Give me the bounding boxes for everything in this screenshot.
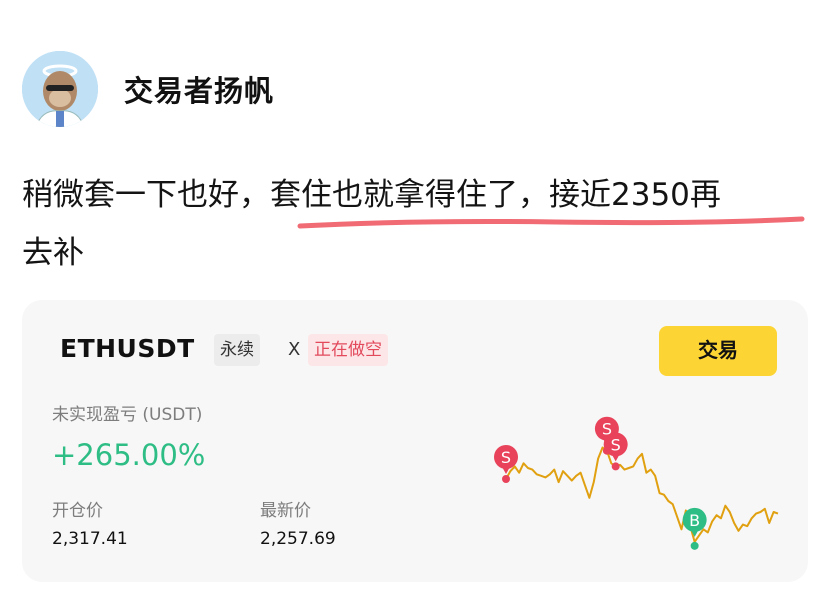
pnl-label: 未实现盈亏 (USDT): [52, 405, 203, 425]
symbol-label: ETHUSDT: [60, 334, 195, 363]
marker-label: S: [611, 435, 621, 454]
leverage-tag: X: [288, 339, 301, 360]
post-text-highlight: 套住也就拿得住了，接近2350再: [270, 177, 721, 213]
marker-label: S: [501, 448, 511, 467]
price-mini-chart: SSSB: [494, 416, 779, 550]
pnl-value: +265.00%: [52, 438, 206, 472]
post-header: 交易者扬帆: [22, 48, 274, 130]
highlight-underline: [297, 216, 805, 229]
marker-label: B: [689, 511, 700, 530]
open-price-value: 2,317.41: [52, 529, 128, 549]
contract-type-tag: 永续: [214, 334, 260, 366]
last-price-label: 最新价: [260, 501, 311, 521]
position-side-tag: 正在做空: [308, 334, 388, 366]
post-text-after: 去补: [22, 235, 84, 271]
trade-button[interactable]: 交易: [659, 326, 777, 376]
post-text-before: 稍微套一下也好，: [22, 177, 270, 213]
sell-marker[interactable]: S: [494, 445, 518, 483]
position-card[interactable]: ETHUSDT 永续 X 正在做空 交易 未实现盈亏 (USDT) +265.0…: [22, 300, 808, 582]
price-line: [505, 446, 779, 543]
sell-marker[interactable]: S: [603, 432, 628, 471]
author-name[interactable]: 交易者扬帆: [124, 68, 274, 110]
open-price-label: 开仓价: [52, 501, 103, 521]
last-price-value: 2,257.69: [260, 529, 336, 549]
ape-avatar-icon[interactable]: [22, 51, 98, 127]
